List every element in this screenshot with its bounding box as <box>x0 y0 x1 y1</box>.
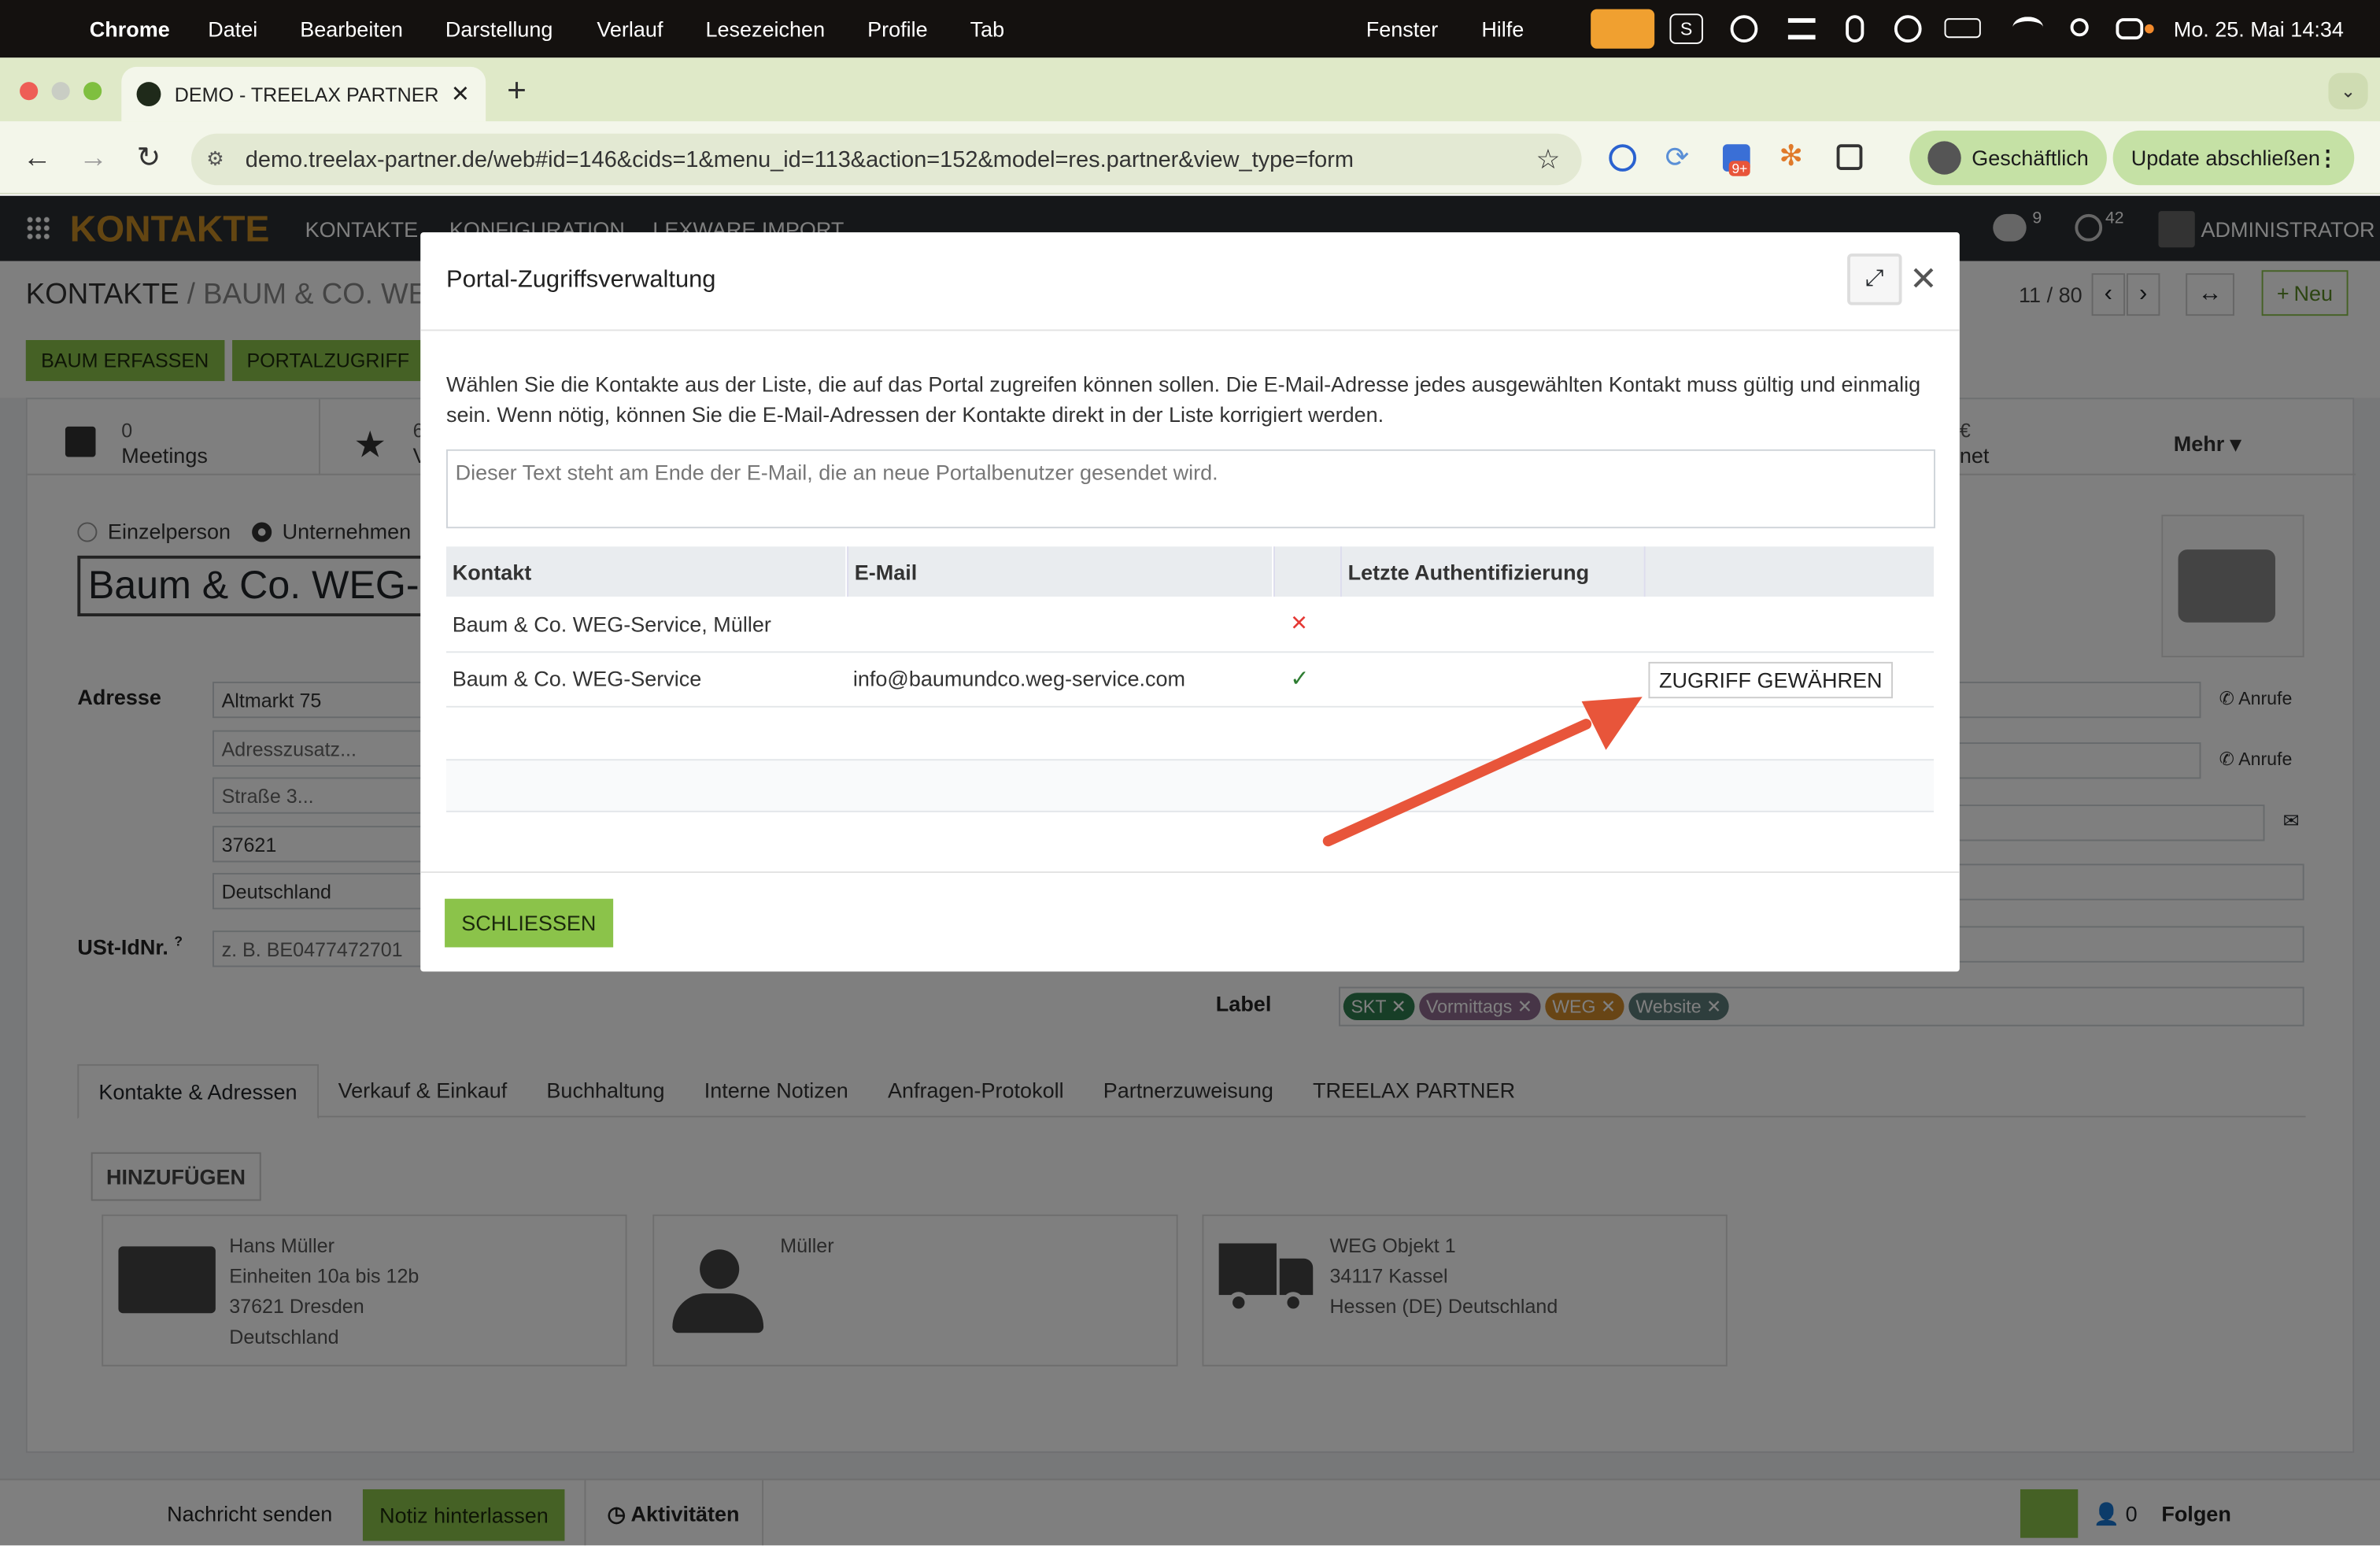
menu-darstellung[interactable]: Darstellung <box>445 17 553 41</box>
row2-contact[interactable]: Baum & Co. WEG-Service <box>453 667 702 691</box>
valid-check-icon: ✓ <box>1290 666 1310 693</box>
bookmark-star-icon[interactable]: ☆ <box>1536 143 1560 176</box>
portal-access-dialog: Portal-Zugriffsverwaltung ⤢ ✕ Wählen Sie… <box>420 232 1960 972</box>
screen: Chrome Datei Bearbeiten Darstellung Verl… <box>0 0 2380 1546</box>
reload-icon[interactable]: ↻ <box>137 141 161 176</box>
row2-email[interactable]: info@baumundco.weg-service.com <box>853 667 1185 691</box>
update-button[interactable]: Update abschließen ⋮ <box>2112 130 2354 186</box>
claude-extension-icon[interactable]: ✻ <box>1779 139 1803 174</box>
back-icon[interactable]: ← <box>23 142 52 176</box>
forward-icon[interactable]: → <box>79 142 108 176</box>
app-name[interactable]: Chrome <box>90 17 170 41</box>
column-email[interactable]: E-Mail <box>847 546 1273 597</box>
dialog-title: Portal-Zugriffsverwaltung <box>446 267 716 294</box>
menu-items: Datei Bearbeiten Darstellung Verlauf Les… <box>208 17 1004 41</box>
browser-tab[interactable]: DEMO - TREELAX PARTNER - ✕ <box>121 66 486 122</box>
menu-bearbeiten[interactable]: Bearbeiten <box>300 17 403 41</box>
tab-close-icon[interactable]: ✕ <box>451 80 470 108</box>
search-icon[interactable] <box>2070 18 2089 37</box>
dialog-description: Wählen Sie die Kontakte aus der Liste, d… <box>446 372 1921 427</box>
welcome-message-textarea[interactable]: Dieser Text steht am Ende der E-Mail, di… <box>446 449 1935 529</box>
status-icon-2[interactable] <box>1787 18 1816 40</box>
url-text[interactable]: demo.treelax-partner.de/web#id=146&cids=… <box>246 146 1354 172</box>
update-label: Update abschließen <box>2131 146 2320 171</box>
extension-badge: 9+ <box>1728 161 1751 176</box>
invalid-cross-icon: ✕ <box>1290 610 1308 635</box>
address-bar[interactable]: ⚙ demo.treelax-partner.de/web#id=146&cid… <box>191 133 1582 186</box>
macos-menubar: Chrome Datei Bearbeiten Darstellung Verl… <box>0 0 2380 58</box>
menu-hilfe[interactable]: Hilfe <box>1481 17 1524 41</box>
profile-button[interactable]: Geschäftlich <box>1909 130 2107 186</box>
close-button[interactable]: SCHLIESSEN <box>445 898 613 948</box>
more-vert-icon[interactable]: ⋮ <box>2317 145 2338 171</box>
menu-lesezeichen[interactable]: Lesezeichen <box>705 17 825 41</box>
control-center-icon[interactable] <box>2116 18 2144 40</box>
sync-extension-icon[interactable]: ⟳ <box>1665 141 1690 176</box>
status-icon-4[interactable] <box>1894 15 1922 43</box>
menu-tab[interactable]: Tab <box>970 17 1005 41</box>
clock[interactable]: Mo. 25. Mai 14:34 <box>2174 17 2344 41</box>
profile-label: Geschäftlich <box>1972 146 2089 171</box>
new-tab-icon[interactable]: + <box>507 72 527 111</box>
microphone-icon[interactable] <box>1591 9 1655 49</box>
tab-search-chevron-icon[interactable]: ⌄ <box>2328 72 2368 109</box>
column-last-auth[interactable]: Letzte Authentifizierung <box>1340 546 1644 597</box>
status-icon-3[interactable] <box>1846 15 1864 43</box>
battery-icon[interactable] <box>1944 18 1981 39</box>
window-close-icon[interactable] <box>20 82 39 101</box>
password-manager-icon[interactable] <box>1609 144 1637 172</box>
close-dialog-icon[interactable]: ✕ <box>1909 260 1938 299</box>
menu-profile[interactable]: Profile <box>867 17 928 41</box>
s-app-icon[interactable]: S <box>1669 13 1703 44</box>
dialog-header: Portal-Zugriffsverwaltung ⤢ ✕ <box>420 232 1960 331</box>
row1-contact[interactable]: Baum & Co. WEG-Service, Müller <box>453 612 771 636</box>
status-icon-1[interactable] <box>1730 15 1758 43</box>
column-valid[interactable] <box>1273 546 1340 597</box>
empty-row <box>446 759 1935 811</box>
profile-avatar <box>1927 141 1961 175</box>
extensions-puzzle-icon[interactable] <box>1836 144 1863 171</box>
grant-access-button[interactable]: ZUGRIFF GEWÄHREN <box>1648 661 1893 699</box>
tab-title: DEMO - TREELAX PARTNER - <box>174 83 445 106</box>
site-settings-icon[interactable]: ⚙ <box>206 147 224 172</box>
menu-datei[interactable]: Datei <box>208 17 257 41</box>
menu-fenster[interactable]: Fenster <box>1366 17 1439 41</box>
column-action <box>1643 546 1935 597</box>
favicon-icon <box>136 82 161 107</box>
window-zoom-icon[interactable] <box>83 82 102 101</box>
menu-verlauf[interactable]: Verlauf <box>597 17 663 41</box>
column-kontakt[interactable]: Kontakt <box>446 546 846 597</box>
expand-dialog-icon[interactable]: ⤢ <box>1847 253 1902 305</box>
window-minimize-icon[interactable] <box>51 82 70 101</box>
wifi-icon[interactable] <box>2012 17 2043 38</box>
recording-dot-icon <box>2145 24 2154 34</box>
